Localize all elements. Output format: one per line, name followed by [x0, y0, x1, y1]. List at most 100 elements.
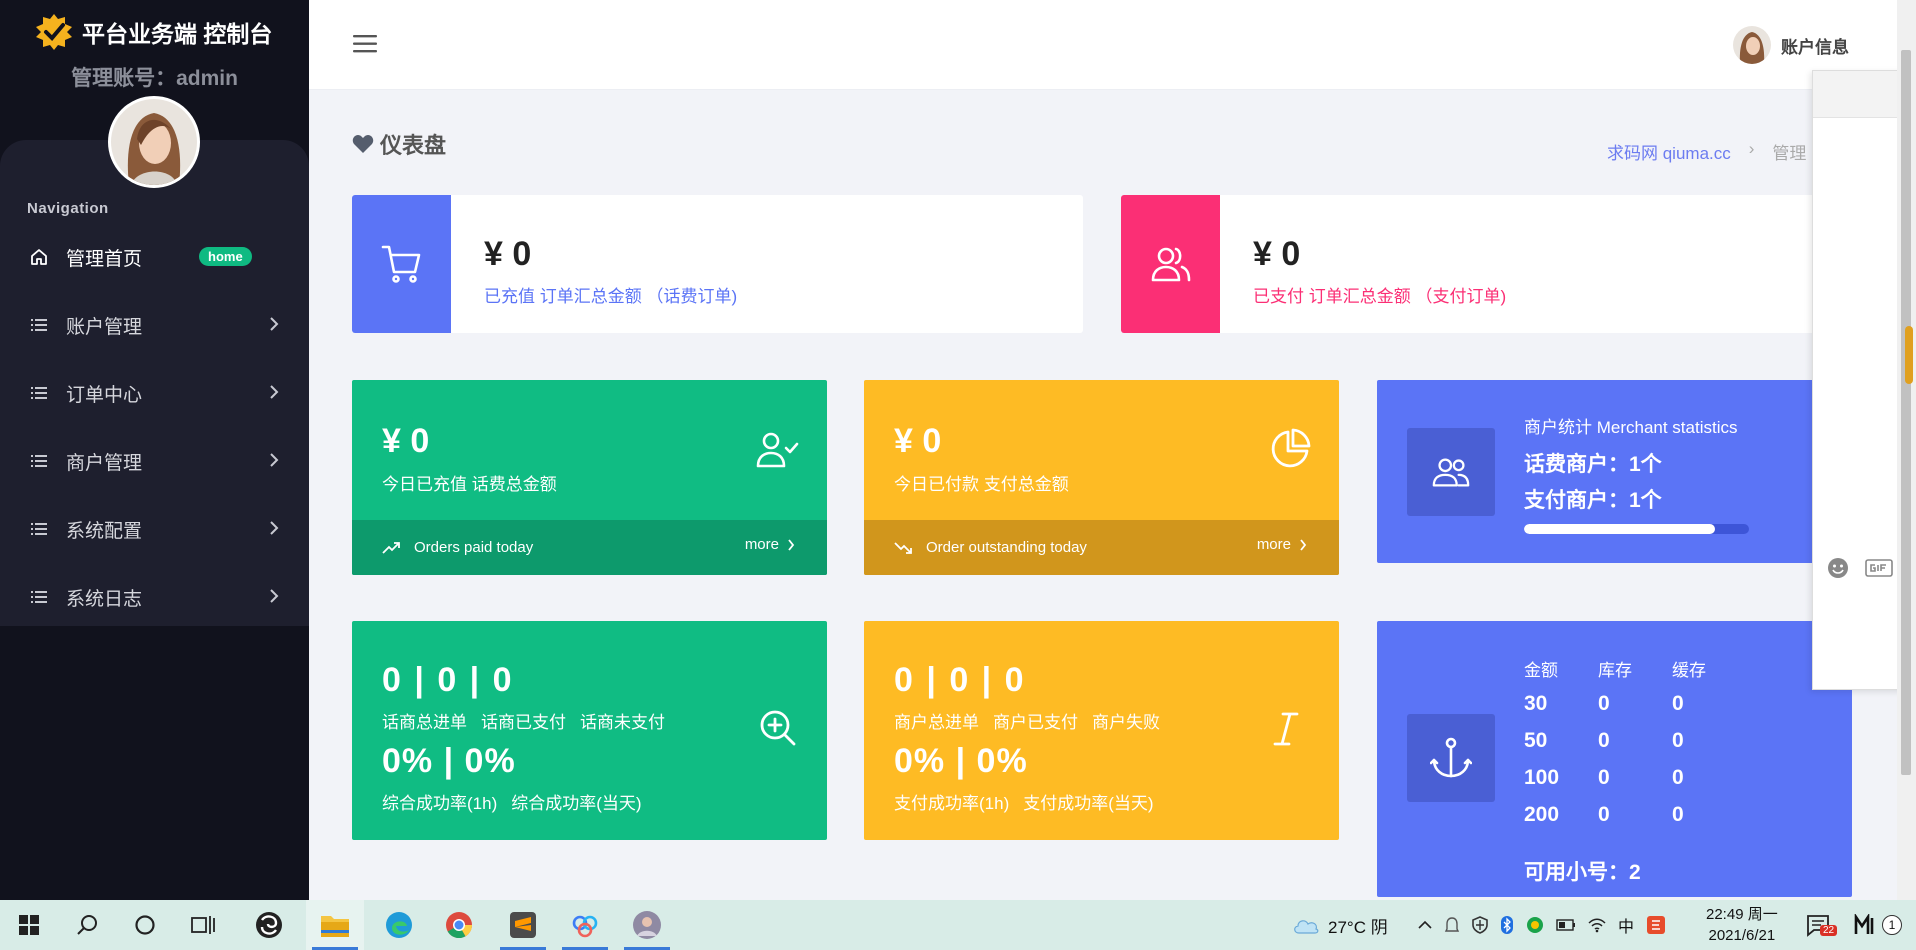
footer-label: Orders paid today [414, 539, 534, 556]
taskbar-app-cloud[interactable] [556, 900, 614, 950]
chevron-right-icon [270, 589, 279, 603]
chevron-right-icon [270, 453, 279, 467]
cortana-button[interactable] [116, 900, 174, 950]
more-link[interactable]: more [745, 536, 795, 553]
page-scrollbar[interactable] [1897, 0, 1916, 900]
table-row: 100 0 0 [1524, 759, 1746, 796]
phone-order-stats-card: 0 | 0 | 0 话商总进单 话商已支付 话商未支付 0% | 0% 综合成功… [352, 621, 827, 840]
app-spiral-icon [256, 912, 282, 938]
page-title: 仪表盘 [352, 128, 446, 160]
start-button[interactable] [0, 900, 58, 950]
sidebar-item-label: 系统日志 [66, 588, 143, 610]
stock-cell: 0 [1598, 728, 1610, 752]
count-label: 话商总进单 [382, 713, 467, 732]
pay-order-counts: 0 | 0 | 0 [894, 661, 1026, 699]
pie-chart-icon [1271, 428, 1311, 468]
table-row: 30 0 0 [1524, 685, 1746, 722]
breadcrumb: 求码网 qiuma.cc › 管理 [1607, 139, 1806, 164]
notification-bell-icon[interactable] [1444, 916, 1460, 934]
sidebar-item-label: 订单中心 [66, 384, 143, 406]
brand[interactable]: 平台业务端 控制台 [34, 12, 272, 52]
more-link-label: more [1256, 536, 1291, 553]
sidebar-item-orders[interactable]: 订单中心 [0, 368, 309, 418]
table-row: 200 0 0 [1524, 796, 1746, 833]
cortana-icon [135, 915, 155, 935]
breadcrumb-separator: › [1748, 139, 1755, 158]
phone-order-counts: 0 | 0 | 0 [382, 661, 514, 699]
list-icon [28, 314, 50, 336]
sidebar-item-label: 系统配置 [66, 520, 143, 542]
pay-success-rates: 0% | 0% [894, 742, 1028, 780]
tray-app-m[interactable]: 1 [1854, 900, 1902, 950]
breadcrumb-current: 管理 [1772, 144, 1807, 163]
clock-date: 2021/6/21 [1708, 927, 1776, 944]
today-payment-amount: ¥ 0 [894, 422, 942, 460]
app-tray-icon[interactable] [1526, 916, 1544, 934]
account-menu[interactable]: 账户信息 [1733, 26, 1849, 64]
sidebar: 平台业务端 控制台 管理账号：admin Navigation 管理首页 hom… [0, 0, 309, 900]
rate-label: 支付成功率(1h) [894, 794, 1010, 813]
sidebar-item-logs[interactable]: 系统日志 [0, 572, 309, 622]
stock-stats-card: 金额 库存 缓存 30 0 0 50 0 0 100 0 0 200 0 0 可… [1377, 621, 1852, 897]
battery-icon[interactable] [1556, 919, 1576, 931]
show-hidden-icons-icon[interactable] [1418, 920, 1432, 930]
footer-label: Order outstanding today [926, 539, 1087, 556]
input-app-icon[interactable] [1646, 915, 1666, 935]
today-recharge-footer: Orders paid today more [352, 520, 827, 575]
bluetooth-icon[interactable] [1500, 915, 1514, 935]
tray-app-badge: 1 [1882, 915, 1902, 935]
trending-down-icon [894, 541, 912, 554]
notification-center-button[interactable]: 22 [1806, 900, 1838, 950]
cart-icon [381, 245, 420, 283]
merchant-icon-box [1407, 428, 1495, 516]
pay-order-stats-card: 0 | 0 | 0 商户总进单 商户已支付 商户失败 0% | 0% 支付成功率… [864, 621, 1339, 840]
sidebar-item-accounts[interactable]: 账户管理 [0, 300, 309, 350]
page-title-text: 仪表盘 [380, 133, 447, 158]
pay-rate-labels: 支付成功率(1h) 支付成功率(当天) [894, 789, 1154, 814]
taskbar-app-spiral[interactable] [240, 900, 298, 950]
heart-icon [352, 135, 374, 153]
security-shield-icon[interactable] [1472, 916, 1488, 934]
menu-toggle-icon[interactable] [353, 34, 379, 54]
more-link[interactable]: more [1257, 536, 1307, 553]
gif-icon[interactable] [1865, 559, 1893, 577]
admin-account-label: 管理账号：admin [71, 67, 238, 90]
sidebar-item-merchants[interactable]: 商户管理 [0, 436, 309, 486]
breadcrumb-link[interactable]: 求码网 qiuma.cc [1607, 139, 1731, 164]
stock-cell: 30 [1524, 691, 1548, 715]
system-clock[interactable]: 22:49 周一 2021/6/21 [1706, 904, 1778, 946]
taskbar-app-avatar[interactable] [618, 900, 676, 950]
chevron-right-icon [270, 385, 279, 399]
emoji-icon[interactable] [1827, 557, 1849, 579]
input-method-indicator[interactable]: 中 [1618, 913, 1634, 937]
wifi-icon[interactable] [1588, 917, 1606, 933]
task-view-button[interactable] [174, 900, 232, 950]
today-recharge-label: 今日已充值 话费总金额 [382, 475, 557, 494]
home-icon [28, 246, 50, 268]
summary-description: 已支付 订单汇总金额 （支付订单) [1253, 287, 1507, 306]
taskbar-app-sublime[interactable] [494, 900, 552, 950]
brand-title: 平台业务端 控制台 [82, 21, 273, 47]
user-check-icon [756, 432, 799, 468]
system-tray: 中 [1418, 900, 1666, 950]
taskbar-app-file-explorer[interactable] [306, 900, 364, 950]
taskbar-app-edge[interactable] [370, 900, 428, 950]
count-label: 话商已支付 [481, 713, 566, 732]
list-icon [28, 586, 50, 608]
zoom-in-icon [760, 710, 796, 746]
sidebar-item-home[interactable]: 管理首页 home [0, 232, 309, 282]
nav-panel: Navigation 管理首页 home 账户管理 订单中心 商户管理 系统配置… [0, 140, 309, 626]
today-recharge-card: ¥ 0 今日已充值 话费总金额 Orders paid today more [352, 380, 827, 575]
sidebar-item-settings[interactable]: 系统配置 [0, 504, 309, 554]
count-label: 商户失败 [1092, 713, 1160, 732]
anchor-icon [1430, 737, 1472, 778]
taskbar-app-chrome[interactable] [430, 900, 488, 950]
chrome-browser-icon [446, 912, 473, 939]
weather-widget[interactable]: 27°C 阴 [1292, 900, 1388, 950]
avatar[interactable] [108, 96, 200, 188]
merchant-stats-title: 商户统计 Merchant statistics [1524, 418, 1738, 437]
stock-header: 金额 [1524, 660, 1558, 680]
scrollbar-thumb[interactable] [1901, 50, 1911, 775]
merchant-progress-fill [1524, 524, 1716, 534]
search-button[interactable] [58, 900, 116, 950]
